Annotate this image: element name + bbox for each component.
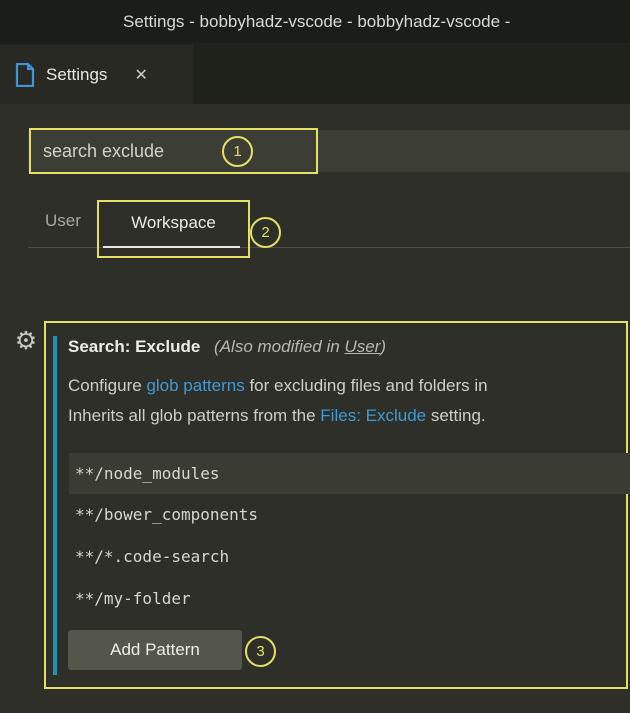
add-pattern-button[interactable]: Add Pattern bbox=[68, 630, 242, 670]
window-title: Settings - bobbyhadz-vscode - bobbyhadz-… bbox=[123, 12, 511, 31]
setting-name: Exclude bbox=[135, 337, 201, 356]
tab-settings[interactable]: Settings ✕ bbox=[0, 45, 193, 104]
scope-tab-workspace[interactable]: Workspace bbox=[97, 200, 250, 246]
pattern-row[interactable]: **/*.code-search bbox=[69, 536, 630, 577]
pattern-row[interactable]: **/bower_components bbox=[69, 494, 630, 535]
setting-category: Search: bbox=[68, 337, 131, 356]
tab-close-icon[interactable]: ✕ bbox=[134, 65, 147, 85]
also-modified-note: (Also modified in User) bbox=[214, 337, 387, 356]
title-bar: Settings - bobbyhadz-vscode - bobbyhadz-… bbox=[0, 0, 630, 43]
modified-indicator-bar bbox=[53, 336, 57, 675]
scope-tab-user[interactable]: User bbox=[45, 211, 81, 231]
file-icon bbox=[15, 62, 35, 87]
gear-icon[interactable]: ⚙ bbox=[12, 327, 40, 355]
setting-description-line2: Inherits all glob patterns from the File… bbox=[68, 406, 486, 425]
setting-description-line1: Configure glob patterns for excluding fi… bbox=[68, 376, 488, 395]
modified-in-user-link[interactable]: User bbox=[344, 337, 380, 356]
tab-label: Settings bbox=[46, 64, 108, 84]
files-exclude-link[interactable]: Files: Exclude bbox=[320, 406, 426, 425]
tab-strip: Settings ✕ bbox=[0, 43, 630, 104]
pattern-row[interactable]: **/my-folder bbox=[69, 578, 630, 619]
workspace-active-underline bbox=[103, 246, 240, 248]
glob-patterns-link[interactable]: glob patterns bbox=[146, 376, 244, 395]
search-value: search exclude bbox=[43, 140, 165, 161]
pattern-row[interactable]: **/node_modules bbox=[69, 453, 630, 494]
annotation-step-2: 2 bbox=[250, 217, 281, 248]
settings-search-input[interactable]: search exclude bbox=[28, 130, 630, 172]
setting-title: Search: Exclude (Also modified in User) bbox=[68, 337, 386, 357]
